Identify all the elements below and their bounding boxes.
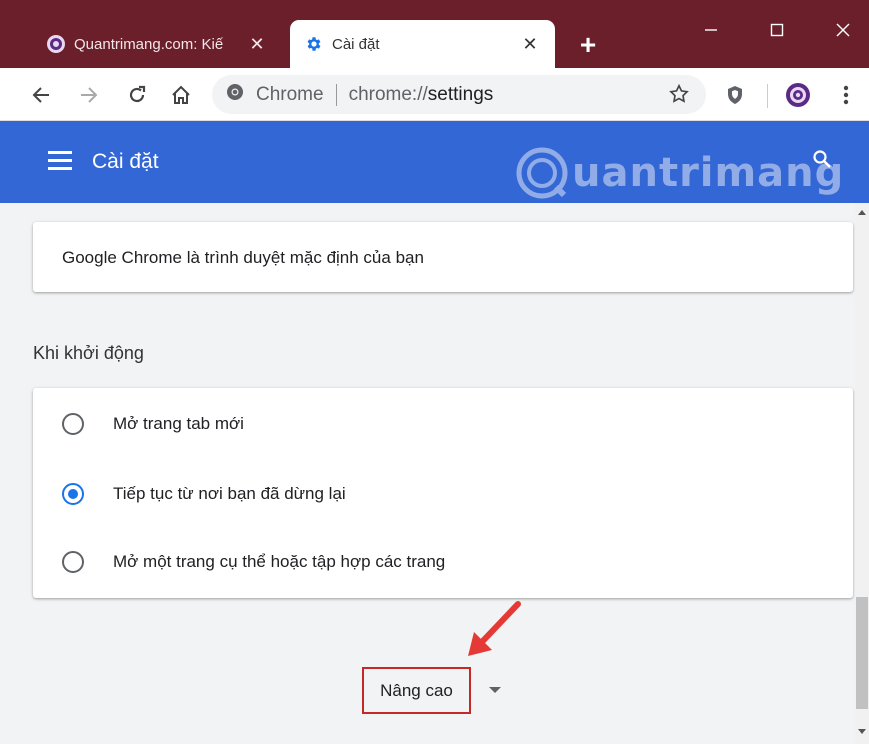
startup-section-title: Khi khởi động	[33, 343, 144, 363]
scroll-up-arrow-icon[interactable]	[858, 210, 866, 215]
watermark: uantrimang	[516, 147, 844, 199]
radio-label: Tiếp tục từ nơi bạn đã dừng lại	[113, 484, 346, 503]
default-browser-text: Google Chrome là trình duyệt mặc định củ…	[62, 248, 424, 267]
startup-card: Mở trang tab mới Tiếp tục từ nơi bạn đã …	[33, 388, 853, 598]
watermark-logo-icon	[516, 147, 568, 199]
toolbar: Chrome chrome://settings	[0, 68, 869, 121]
toolbar-divider	[767, 84, 768, 108]
page-title: Cài đặt	[92, 150, 159, 173]
omnibox-separator	[335, 83, 337, 106]
chevron-down-icon[interactable]	[489, 687, 501, 693]
menu-dots-icon[interactable]	[829, 78, 863, 112]
startup-option-continue[interactable]: Tiếp tục từ nơi bạn đã dừng lại	[33, 463, 853, 523]
settings-header: Cài đặt uantrimang	[0, 121, 869, 203]
scroll-thumb[interactable]	[856, 597, 868, 709]
back-button[interactable]	[24, 78, 58, 112]
shield-extension-icon[interactable]	[718, 78, 752, 112]
address-bar[interactable]: Chrome chrome://settings	[212, 75, 706, 114]
close-window-button[interactable]	[820, 10, 866, 50]
scroll-down-arrow-icon[interactable]	[858, 729, 866, 734]
radio-button[interactable]	[62, 413, 84, 435]
close-icon[interactable]: ✕	[246, 33, 268, 55]
title-bar: Quantrimang.com: Kiế ✕ Cài đặt ✕ +	[0, 0, 869, 68]
profile-avatar-icon[interactable]	[781, 78, 815, 112]
tab-title: Cài đặt	[332, 35, 380, 53]
tab-settings[interactable]: Cài đặt ✕	[290, 20, 555, 68]
advanced-label: Nâng cao	[380, 680, 453, 700]
startup-option-specific-pages[interactable]: Mở một trang cụ thể hoặc tập hợp các tra…	[33, 531, 853, 591]
home-button[interactable]	[164, 78, 198, 112]
radio-label: Mở trang tab mới	[113, 414, 244, 433]
tab-quantrimang[interactable]: Quantrimang.com: Kiế ✕	[32, 20, 282, 68]
gear-icon	[304, 34, 324, 54]
hamburger-menu-icon[interactable]	[48, 151, 72, 171]
red-arrow-annotation	[468, 601, 521, 656]
radio-button[interactable]	[62, 551, 84, 573]
scrollbar[interactable]	[855, 203, 869, 744]
reload-button[interactable]	[120, 78, 154, 112]
radio-label: Mở một trang cụ thể hoặc tập hợp các tra…	[113, 552, 446, 571]
search-icon[interactable]	[812, 149, 832, 174]
minimize-button[interactable]	[688, 10, 734, 50]
chrome-logo-icon	[226, 83, 244, 106]
forward-button[interactable]	[72, 78, 106, 112]
quantrimang-logo-icon	[46, 34, 66, 54]
maximize-button[interactable]	[754, 10, 800, 50]
startup-option-new-tab[interactable]: Mở trang tab mới	[33, 393, 853, 453]
url-text: chrome://settings	[348, 83, 494, 105]
site-chip-label: Chrome	[256, 83, 324, 105]
tab-title: Quantrimang.com: Kiế	[74, 35, 224, 53]
bookmark-star-icon[interactable]	[668, 83, 690, 110]
advanced-button[interactable]: Nâng cao	[362, 667, 471, 714]
default-browser-card: Google Chrome là trình duyệt mặc định củ…	[33, 222, 853, 292]
radio-button-checked[interactable]	[62, 483, 84, 505]
browser-window: Quantrimang.com: Kiế ✕ Cài đặt ✕ + Chrom…	[0, 0, 869, 744]
close-icon[interactable]: ✕	[519, 33, 541, 55]
settings-content: Google Chrome là trình duyệt mặc định củ…	[0, 203, 855, 744]
new-tab-button[interactable]: +	[572, 29, 604, 61]
